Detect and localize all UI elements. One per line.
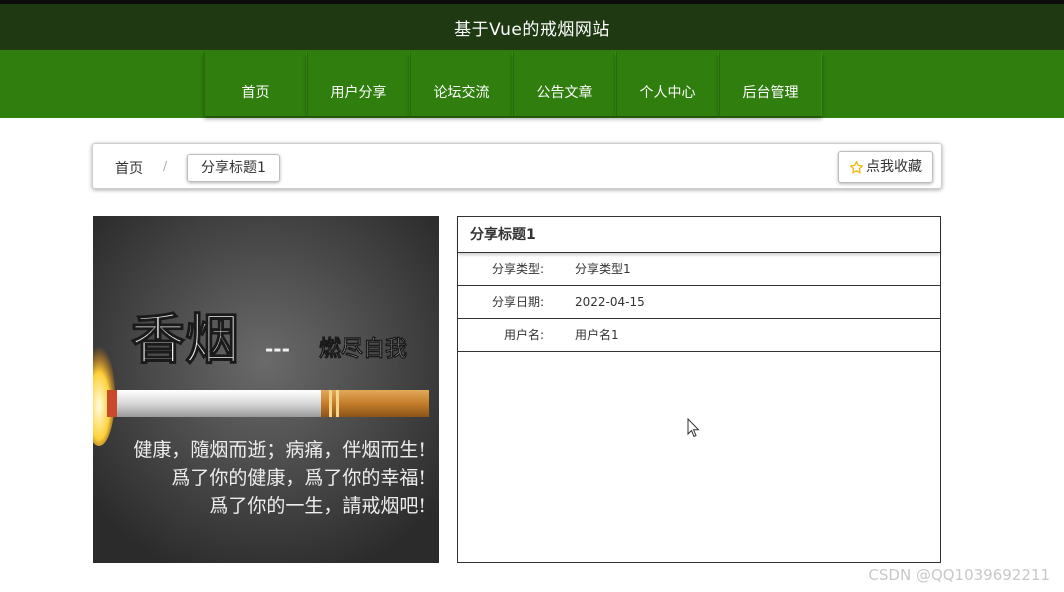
detail-value: 用户名1: [575, 328, 619, 342]
csdn-watermark: CSDN @QQ1039692211: [868, 566, 1050, 584]
nav-item-user-share[interactable]: 用户分享: [307, 52, 410, 116]
cigarette-ember: [107, 390, 117, 417]
nav-items: 首页 用户分享 论坛交流 公告文章 个人中心 后台管理: [204, 52, 822, 116]
detail-row-date: 分享日期: 2022-04-15: [458, 286, 940, 319]
detail-row-type: 分享类型: 分享类型1: [458, 253, 940, 286]
poster-headline: 香烟: [131, 308, 239, 371]
detail-value: 分享类型1: [575, 262, 631, 276]
poster-graphic: 香烟 --- 燃尽自我 健康，隨烟而逝；病痛，伴烟而生! 爲了你的健康，爲了你的…: [93, 216, 439, 563]
detail-title: 分享标题1: [458, 217, 940, 253]
site-title-bar: 基于Vue的戒烟网站: [0, 0, 1064, 50]
site-title: 基于Vue的戒烟网站: [454, 19, 610, 40]
detail-label: 分享类型:: [491, 262, 544, 276]
cigarette-paper: [107, 390, 321, 417]
detail-value: 2022-04-15: [575, 295, 645, 309]
nav-item-announcements[interactable]: 公告文章: [513, 52, 616, 116]
detail-label: 用户名:: [503, 328, 544, 342]
breadcrumb-current: 分享标题1: [187, 154, 280, 182]
nav-item-admin[interactable]: 后台管理: [719, 52, 822, 116]
nav-item-home[interactable]: 首页: [204, 52, 307, 116]
breadcrumb: 首页 / 分享标题1 点我收藏: [92, 143, 942, 189]
mouse-cursor-icon: [687, 418, 700, 438]
poster-tagline: 燃尽自我: [319, 336, 407, 362]
star-icon: [849, 160, 864, 173]
share-poster-image: 香烟 --- 燃尽自我 健康，隨烟而逝；病痛，伴烟而生! 爲了你的健康，爲了你的…: [93, 216, 439, 563]
main-nav: 首页 用户分享 论坛交流 公告文章 个人中心 后台管理: [0, 50, 1064, 118]
nav-item-forum[interactable]: 论坛交流: [410, 52, 513, 116]
breadcrumb-home-link[interactable]: 首页: [115, 158, 143, 178]
poster-line-1: 健康，隨烟而逝；病痛，伴烟而生!: [133, 439, 426, 461]
favorite-label: 点我收藏: [866, 159, 922, 175]
detail-label: 分享日期:: [491, 295, 544, 309]
nav-item-profile[interactable]: 个人中心: [616, 52, 719, 116]
poster-dashes: ---: [265, 337, 290, 361]
favorite-button[interactable]: 点我收藏: [838, 151, 933, 183]
share-detail-panel: 分享标题1 分享类型: 分享类型1 分享日期: 2022-04-15 用户名: …: [457, 216, 941, 563]
detail-row-username: 用户名: 用户名1: [458, 319, 940, 352]
breadcrumb-separator: /: [163, 159, 168, 173]
poster-line-2: 爲了你的健康，爲了你的幸福!: [171, 467, 426, 489]
poster-line-3: 爲了你的一生，請戒烟吧!: [209, 495, 426, 517]
